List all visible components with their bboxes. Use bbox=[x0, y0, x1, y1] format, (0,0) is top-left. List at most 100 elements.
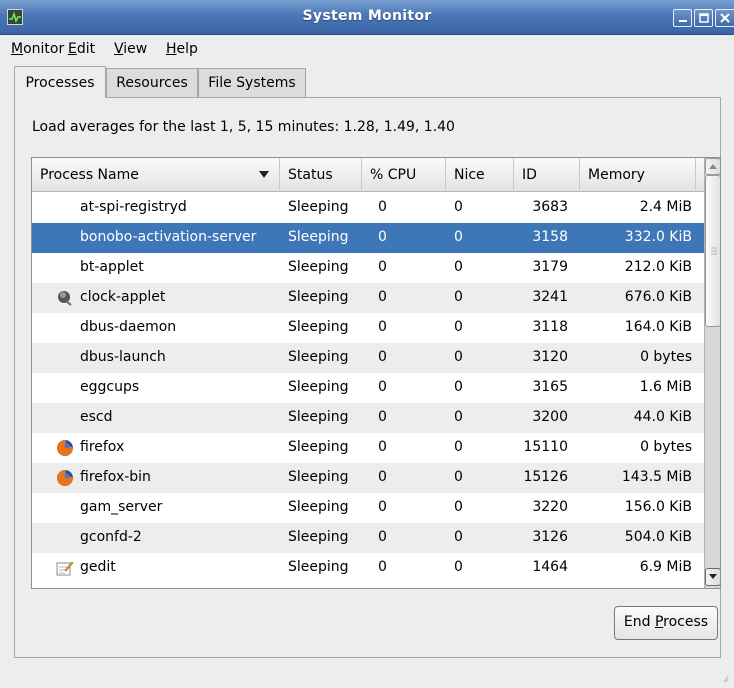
memory-cell: 164.0 KiB bbox=[624, 319, 692, 335]
title-bar[interactable]: System Monitor bbox=[0, 0, 734, 35]
menu-help[interactable]: Help bbox=[166, 41, 198, 57]
table-row[interactable]: dbus-launch Sleeping 0 0 3120 0 bytes bbox=[32, 343, 704, 373]
scroll-up-arrow-icon bbox=[709, 164, 717, 169]
vertical-scrollbar[interactable] bbox=[704, 158, 720, 588]
table-row[interactable]: eggcups Sleeping 0 0 3165 1.6 MiB bbox=[32, 373, 704, 403]
end-process-mnemonic: P bbox=[654, 614, 664, 630]
process-name-cell: at-spi-registryd bbox=[80, 199, 187, 215]
process-name-cell: eggcups bbox=[80, 379, 140, 395]
tab-file-systems[interactable]: File Systems bbox=[198, 68, 306, 97]
id-cell: 15110 bbox=[523, 439, 568, 455]
id-cell: 3118 bbox=[532, 319, 568, 335]
id-cell: 3165 bbox=[532, 379, 568, 395]
cpu-cell: 0 bbox=[378, 529, 387, 545]
status-cell: Sleeping bbox=[288, 559, 349, 575]
cpu-cell: 0 bbox=[378, 409, 387, 425]
column-header-process-name-label: Process Name bbox=[40, 167, 139, 183]
status-cell: Sleeping bbox=[288, 349, 349, 365]
minimize-button[interactable] bbox=[673, 9, 692, 27]
table-row[interactable]: gconfd-2 Sleeping 0 0 3126 504.0 KiB bbox=[32, 523, 704, 553]
column-header-cpu[interactable]: % CPU bbox=[362, 158, 446, 192]
scroll-up-button[interactable] bbox=[705, 158, 720, 175]
table-row[interactable]: bt-applet Sleeping 0 0 3179 212.0 KiB bbox=[32, 253, 704, 283]
table-row[interactable]: escd Sleeping 0 0 3200 44.0 KiB bbox=[32, 403, 704, 433]
process-list[interactable]: Process Name Status % CPU Nice ID Memory… bbox=[31, 157, 721, 589]
nice-cell: 0 bbox=[454, 439, 463, 455]
column-header-id[interactable]: ID bbox=[514, 158, 580, 192]
menu-monitor-mnemonic: M bbox=[11, 41, 24, 57]
table-row[interactable]: clock-applet Sleeping 0 0 3241 676.0 KiB bbox=[32, 283, 704, 313]
process-name-cell: escd bbox=[80, 409, 113, 425]
system-monitor-window: System Monitor Monitor Edit View Help Pr… bbox=[0, 0, 734, 688]
process-name-cell: gedit bbox=[80, 559, 116, 575]
minimize-icon bbox=[678, 20, 687, 22]
menu-view[interactable]: View bbox=[114, 41, 147, 57]
maximize-button[interactable] bbox=[694, 9, 713, 27]
table-row[interactable]: firefox-bin Sleeping 0 0 15126 143.5 MiB bbox=[32, 463, 704, 493]
gedit-icon bbox=[56, 559, 74, 577]
clock-applet-icon bbox=[56, 289, 74, 307]
cpu-cell: 0 bbox=[378, 469, 387, 485]
nice-cell: 0 bbox=[454, 289, 463, 305]
nice-cell: 0 bbox=[454, 349, 463, 365]
memory-cell: 0 bytes bbox=[640, 349, 692, 365]
table-row[interactable]: at-spi-registryd Sleeping 0 0 3683 2.4 MiB bbox=[32, 193, 704, 223]
id-cell: 1464 bbox=[532, 559, 568, 575]
table-row[interactable]: gedit Sleeping 0 0 1464 6.9 MiB bbox=[32, 553, 704, 583]
status-cell: Sleeping bbox=[288, 529, 349, 545]
status-cell: Sleeping bbox=[288, 499, 349, 515]
table-row[interactable]: firefox Sleeping 0 0 15110 0 bytes bbox=[32, 433, 704, 463]
cpu-cell: 0 bbox=[378, 559, 387, 575]
process-name-cell: gam_server bbox=[80, 499, 163, 515]
cpu-cell: 0 bbox=[378, 259, 387, 275]
process-name-cell: dbus-launch bbox=[80, 349, 166, 365]
firefox-icon bbox=[56, 469, 74, 487]
status-cell: Sleeping bbox=[288, 289, 349, 305]
tab-processes[interactable]: Processes bbox=[14, 66, 106, 98]
memory-cell: 44.0 KiB bbox=[633, 409, 692, 425]
process-name-cell: firefox bbox=[80, 439, 125, 455]
table-row[interactable]: dbus-daemon Sleeping 0 0 3118 164.0 KiB bbox=[32, 313, 704, 343]
memory-cell: 332.0 KiB bbox=[624, 229, 692, 245]
cpu-cell: 0 bbox=[378, 289, 387, 305]
id-cell: 3179 bbox=[532, 259, 568, 275]
id-cell: 15126 bbox=[523, 469, 568, 485]
cpu-cell: 0 bbox=[378, 349, 387, 365]
table-row[interactable]: bonobo-activation-server Sleeping 0 0 3158 33… bbox=[32, 223, 704, 253]
nice-cell: 0 bbox=[454, 499, 463, 515]
menu-help-label: elp bbox=[176, 41, 198, 57]
memory-cell: 6.9 MiB bbox=[639, 559, 692, 575]
table-row[interactable]: gam_server Sleeping 0 0 3220 156.0 KiB bbox=[32, 493, 704, 523]
tab-resources[interactable]: Resources bbox=[106, 68, 198, 97]
id-cell: 3241 bbox=[532, 289, 568, 305]
nice-cell: 0 bbox=[454, 409, 463, 425]
process-name-cell: gconfd-2 bbox=[80, 529, 142, 545]
column-header-status[interactable]: Status bbox=[280, 158, 362, 192]
end-process-button[interactable]: End Process bbox=[614, 606, 718, 640]
scrollbar-thumb[interactable] bbox=[705, 175, 720, 327]
scroll-down-button[interactable] bbox=[705, 568, 720, 586]
column-header-process-name[interactable]: Process Name bbox=[32, 158, 280, 192]
firefox-icon bbox=[56, 439, 74, 457]
memory-cell: 2.4 MiB bbox=[639, 199, 692, 215]
memory-cell: 156.0 KiB bbox=[624, 499, 692, 515]
status-cell: Sleeping bbox=[288, 379, 349, 395]
cpu-cell: 0 bbox=[378, 319, 387, 335]
resize-grip-icon[interactable] bbox=[716, 672, 730, 684]
scrollbar-grip-icon bbox=[711, 247, 717, 255]
nice-cell: 0 bbox=[454, 469, 463, 485]
id-cell: 3200 bbox=[532, 409, 568, 425]
status-cell: Sleeping bbox=[288, 199, 349, 215]
menu-monitor[interactable]: Monitor bbox=[11, 41, 64, 57]
nice-cell: 0 bbox=[454, 259, 463, 275]
process-name-cell: bt-applet bbox=[80, 259, 144, 275]
column-header-memory[interactable]: Memory bbox=[580, 158, 696, 192]
column-header-nice[interactable]: Nice bbox=[446, 158, 514, 192]
cpu-cell: 0 bbox=[378, 499, 387, 515]
id-cell: 3220 bbox=[532, 499, 568, 515]
menu-edit[interactable]: Edit bbox=[68, 41, 95, 57]
nice-cell: 0 bbox=[454, 529, 463, 545]
close-button[interactable] bbox=[715, 9, 734, 27]
nice-cell: 0 bbox=[454, 229, 463, 245]
memory-cell: 676.0 KiB bbox=[624, 289, 692, 305]
